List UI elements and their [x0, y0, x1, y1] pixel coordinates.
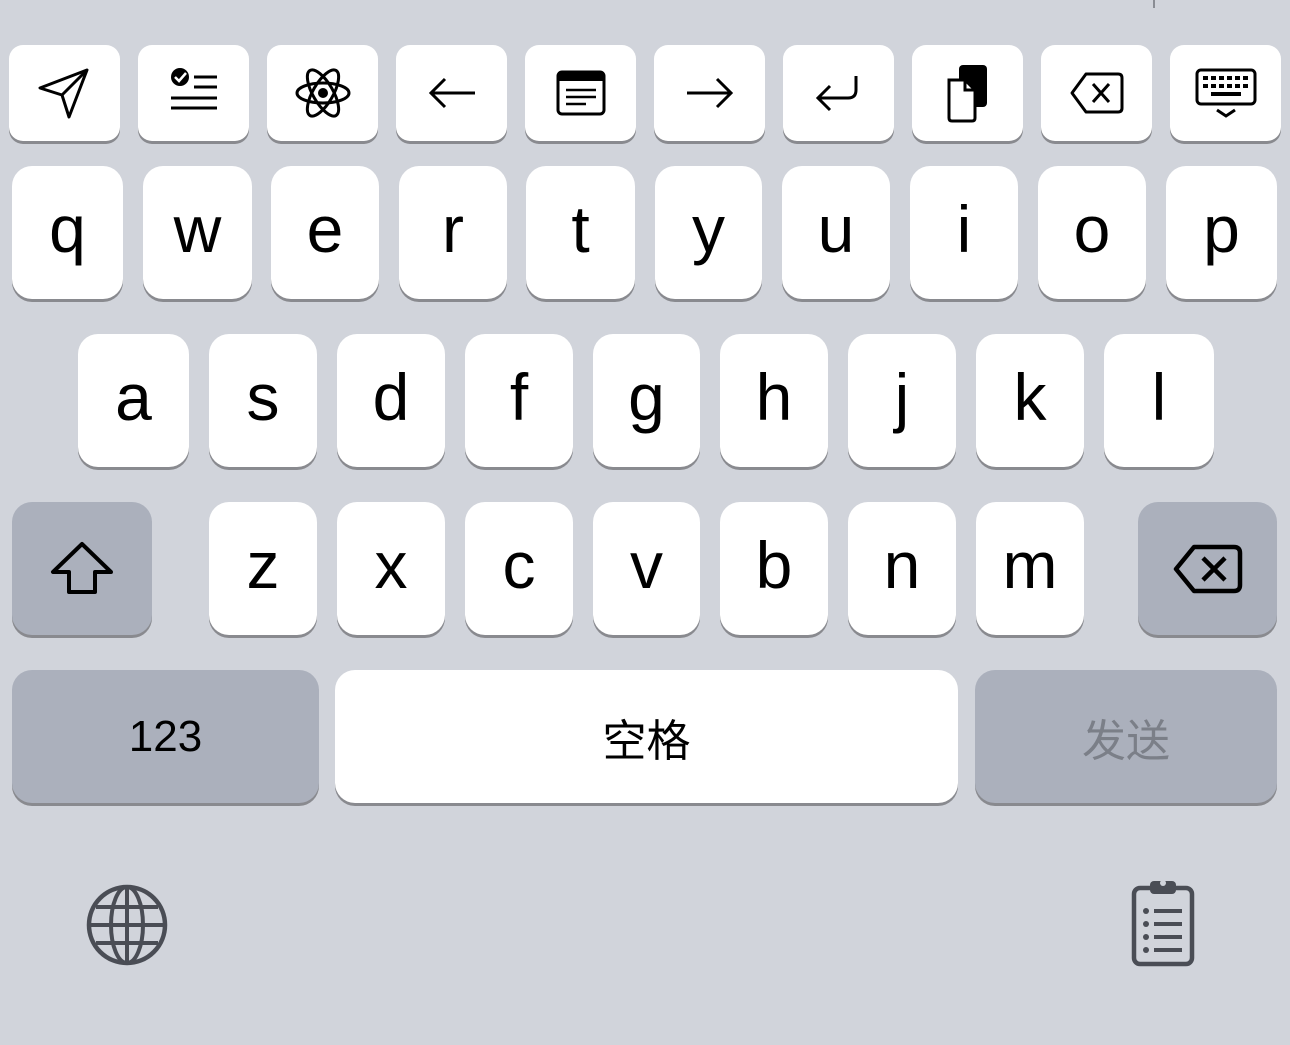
key-r[interactable]: r [399, 166, 507, 299]
key-p[interactable]: p [1166, 166, 1277, 299]
space-key[interactable]: 空格 [335, 670, 958, 803]
key-y[interactable]: y [655, 166, 762, 299]
key-i[interactable]: i [910, 166, 1018, 299]
key-s[interactable]: s [209, 334, 317, 467]
return-button[interactable] [783, 45, 894, 141]
key-v[interactable]: v [593, 502, 700, 635]
return-icon [815, 76, 857, 112]
checklist-icon [170, 68, 217, 110]
keyboard-hide-icon [1195, 68, 1256, 118]
cursor-right-button[interactable] [654, 45, 765, 141]
window-icon [556, 70, 605, 116]
key-b[interactable]: b [720, 502, 828, 635]
globe-icon [86, 884, 168, 966]
clipboard-list-icon [1131, 880, 1195, 967]
window-button[interactable] [525, 45, 636, 141]
arrow-left-icon [428, 77, 475, 109]
atom-button[interactable] [267, 45, 378, 141]
delete-icon [1070, 72, 1123, 114]
keyboard-toolbar [9, 45, 1281, 143]
numbers-key[interactable]: 123 [12, 670, 319, 803]
shift-arrow-icon [51, 541, 113, 594]
key-k[interactable]: k [976, 334, 1084, 467]
key-h[interactable]: h [720, 334, 828, 467]
send-arrow-icon [38, 68, 88, 119]
arrow-right-icon [686, 77, 733, 109]
backspace-icon [1173, 544, 1242, 593]
key-w[interactable]: w [143, 166, 252, 299]
key-n[interactable]: n [848, 502, 956, 635]
shift-key[interactable] [12, 502, 152, 635]
key-l[interactable]: l [1104, 334, 1214, 467]
key-c[interactable]: c [465, 502, 573, 635]
key-g[interactable]: g [593, 334, 700, 467]
cursor-left-button[interactable] [396, 45, 507, 141]
backspace-key[interactable] [1138, 502, 1277, 635]
send-key[interactable]: 发送 [975, 670, 1277, 803]
key-m[interactable]: m [976, 502, 1084, 635]
copy-button[interactable] [912, 45, 1023, 141]
key-x[interactable]: x [337, 502, 445, 635]
delete-toolbar-button[interactable] [1041, 45, 1152, 141]
checklist-button[interactable] [138, 45, 249, 141]
globe-button[interactable] [84, 882, 170, 968]
key-o[interactable]: o [1038, 166, 1146, 299]
copy-pages-icon [947, 65, 987, 123]
key-d[interactable]: d [337, 334, 445, 467]
key-f[interactable]: f [465, 334, 573, 467]
send-arrow-button[interactable] [9, 45, 120, 141]
key-t[interactable]: t [526, 166, 635, 299]
atom-icon [295, 68, 350, 118]
key-q[interactable]: q [12, 166, 123, 299]
text-caret [1153, 0, 1155, 8]
hide-keyboard-button[interactable] [1170, 45, 1281, 141]
key-a[interactable]: a [78, 334, 189, 467]
clipboard-button[interactable] [1128, 876, 1198, 968]
key-z[interactable]: z [209, 502, 317, 635]
key-u[interactable]: u [782, 166, 890, 299]
key-e[interactable]: e [271, 166, 379, 299]
key-j[interactable]: j [848, 334, 956, 467]
